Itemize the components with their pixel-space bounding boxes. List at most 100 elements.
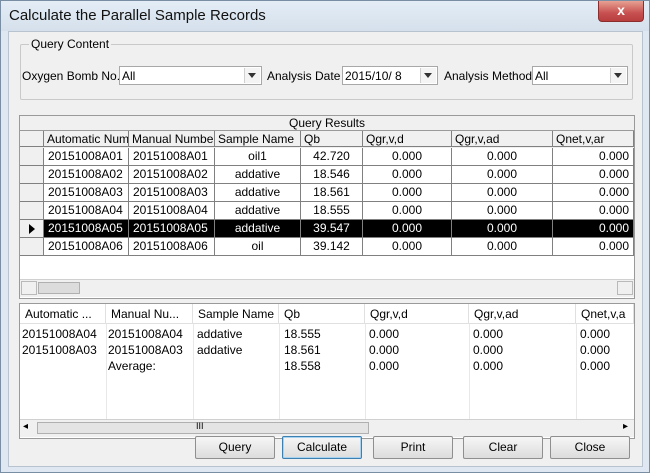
cell-qgr-v-ad[interactable]: 0.000 xyxy=(452,166,553,184)
header-sample-name[interactable]: Sample Name xyxy=(215,131,301,147)
list-item[interactable]: 20151008A03 20151008A03 addative 18.561 0.00… xyxy=(20,342,634,358)
cell-qgr-v-d[interactable]: 0.000 xyxy=(363,184,452,202)
cell-qb[interactable]: 42.720 xyxy=(301,148,363,166)
cell-sample-name[interactable]: oil xyxy=(215,238,301,256)
average-row[interactable]: Average: 18.558 0.000 0.000 0.000 xyxy=(20,358,634,374)
clear-button[interactable]: Clear xyxy=(463,436,543,459)
cell-manual-number[interactable]: 20151008A01 xyxy=(129,148,215,166)
row-indicator[interactable] xyxy=(20,238,44,256)
list-item[interactable]: 20151008A04 20151008A04 addative 18.555 0.00… xyxy=(20,326,634,342)
cell-qgr-v-ad[interactable]: 0.000 xyxy=(452,184,553,202)
cell-qgr-v-d[interactable]: 0.000 xyxy=(363,202,452,220)
header-qgr-v-d[interactable]: Qgr,v,d xyxy=(363,131,452,147)
header-qb[interactable]: Qb xyxy=(279,304,365,324)
header-automatic-number[interactable]: Automatic ... xyxy=(20,304,106,324)
cell-qnet-v-ar[interactable]: 0.000 xyxy=(553,238,634,256)
cell-qb: 18.561 xyxy=(284,343,321,357)
cell-qnet-v-ar[interactable]: 0.000 xyxy=(553,202,634,220)
cell-manual-number[interactable]: 20151008A03 xyxy=(129,184,215,202)
current-row-arrow-icon xyxy=(29,224,35,234)
row-indicator[interactable] xyxy=(20,148,44,166)
row-indicator[interactable] xyxy=(20,184,44,202)
cell-qnet-v-ar: 0.000 xyxy=(580,327,611,341)
analysis-date-value: 2015/10/ 8 xyxy=(345,69,402,83)
scroll-thumb[interactable]: III xyxy=(37,421,369,434)
header-qnet-v-ar[interactable]: Qnet,v,ar xyxy=(553,131,634,147)
table-row[interactable]: 20151008A03 20151008A03 addative 18.561 0.00… xyxy=(20,184,634,202)
cell-qb[interactable]: 18.555 xyxy=(301,202,363,220)
cell-qnet-v-ar[interactable]: 0.000 xyxy=(553,148,634,166)
cell-qb[interactable]: 18.561 xyxy=(301,184,363,202)
cell-manual-number[interactable]: 20151008A04 xyxy=(129,202,215,220)
cell-qb[interactable]: 39.142 xyxy=(301,238,363,256)
cell-manual-number[interactable]: 20151008A02 xyxy=(129,166,215,184)
cell-sample-name[interactable]: oil1 xyxy=(215,148,301,166)
parallel-horizontal-scrollbar[interactable]: ◂ III ▸ xyxy=(20,419,634,437)
calculate-button[interactable]: Calculate xyxy=(282,436,362,459)
cell-qb[interactable]: 18.546 xyxy=(301,166,363,184)
cell-qgr-v-ad[interactable]: 0.000 xyxy=(452,238,553,256)
close-button[interactable]: Close xyxy=(550,436,630,459)
analysis-method-select[interactable]: All xyxy=(532,66,628,85)
scroll-left-icon[interactable] xyxy=(21,281,37,295)
cell-qgr-v-d[interactable]: 0.000 xyxy=(363,220,452,238)
oxygen-bomb-select[interactable]: All xyxy=(119,66,262,85)
cell-sample-name[interactable]: addative xyxy=(215,184,301,202)
chevron-down-icon[interactable] xyxy=(244,68,260,83)
cell-automatic-number[interactable]: 20151008A03 xyxy=(44,184,129,202)
scroll-left-icon[interactable]: ◂ xyxy=(23,421,28,432)
cell-qgr-v-d[interactable]: 0.000 xyxy=(363,148,452,166)
cell-sample-name[interactable]: addative xyxy=(215,202,301,220)
cell-automatic-number[interactable]: 20151008A01 xyxy=(44,148,129,166)
cell-qgr-v-ad: 0.000 xyxy=(473,359,504,373)
cell-qgr-v-ad[interactable]: 0.000 xyxy=(452,202,553,220)
table-row[interactable]: 20151008A02 20151008A02 addative 18.546 0.00… xyxy=(20,166,634,184)
analysis-date-picker[interactable]: 2015/10/ 8 xyxy=(342,66,438,85)
chevron-down-icon[interactable] xyxy=(610,68,626,83)
header-sample-name[interactable]: Sample Name xyxy=(193,304,279,324)
cell-qgr-v-ad[interactable]: 0.000 xyxy=(452,220,553,238)
parallel-records-header: Automatic ... Manual Nu... Sample Name Q… xyxy=(20,304,634,324)
cell-qgr-v-d[interactable]: 0.000 xyxy=(363,238,452,256)
cell-qgr-v-ad: 0.000 xyxy=(473,327,504,341)
cell-automatic-number[interactable]: 20151008A05 xyxy=(44,220,129,238)
cell-automatic-number[interactable]: 20151008A04 xyxy=(44,202,129,220)
row-indicator[interactable] xyxy=(20,166,44,184)
header-qnet-v-ar[interactable]: Qnet,v,a xyxy=(576,304,634,324)
cell-qgr-v-d: 0.000 xyxy=(369,343,400,357)
table-row[interactable]: 20151008A01 20151008A01 oil1 42.720 0.000 0.0… xyxy=(20,148,634,166)
cell-sample-name[interactable]: addative xyxy=(215,220,301,238)
header-qb[interactable]: Qb xyxy=(301,131,363,147)
scroll-right-icon[interactable] xyxy=(617,281,633,295)
cell-qnet-v-ar[interactable]: 0.000 xyxy=(553,220,634,238)
cell-qgr-v-ad[interactable]: 0.000 xyxy=(452,148,553,166)
table-row[interactable]: 20151008A06 20151008A06 oil 39.142 0.000 0.00… xyxy=(20,238,634,256)
cell-automatic-number[interactable]: 20151008A06 xyxy=(44,238,129,256)
cell-manual-number[interactable]: 20151008A06 xyxy=(129,238,215,256)
results-horizontal-scrollbar[interactable] xyxy=(20,279,634,297)
window-close-button[interactable]: x xyxy=(598,1,644,22)
header-automatic-number[interactable]: Automatic Numb xyxy=(44,131,129,147)
header-qgr-v-ad[interactable]: Qgr,v,ad xyxy=(469,304,576,324)
table-row[interactable]: 20151008A04 20151008A04 addative 18.555 0.00… xyxy=(20,202,634,220)
scroll-thumb[interactable] xyxy=(38,282,80,294)
scroll-right-icon[interactable]: ▸ xyxy=(623,421,628,432)
header-manual-number[interactable]: Manual Number xyxy=(129,131,215,147)
cell-sample-name[interactable]: addative xyxy=(215,166,301,184)
header-qgr-v-d[interactable]: Qgr,v,d xyxy=(365,304,469,324)
header-qgr-v-ad[interactable]: Qgr,v,ad xyxy=(452,131,553,147)
cell-qb[interactable]: 39.547 xyxy=(301,220,363,238)
client-area: Query Content Oxygen Bomb No. All Analys… xyxy=(8,31,643,467)
cell-manual-number[interactable]: 20151008A05 xyxy=(129,220,215,238)
cell-qnet-v-ar[interactable]: 0.000 xyxy=(553,184,634,202)
row-indicator[interactable] xyxy=(20,202,44,220)
cell-qgr-v-d[interactable]: 0.000 xyxy=(363,166,452,184)
cell-automatic-number[interactable]: 20151008A02 xyxy=(44,166,129,184)
row-indicator[interactable] xyxy=(20,220,44,238)
table-row[interactable]: 20151008A05 20151008A05 addative 39.547 0.00… xyxy=(20,220,634,238)
header-manual-number[interactable]: Manual Nu... xyxy=(106,304,193,324)
cell-qnet-v-ar[interactable]: 0.000 xyxy=(553,166,634,184)
print-button[interactable]: Print xyxy=(373,436,453,459)
chevron-down-icon[interactable] xyxy=(420,68,436,83)
query-button[interactable]: Query xyxy=(195,436,275,459)
